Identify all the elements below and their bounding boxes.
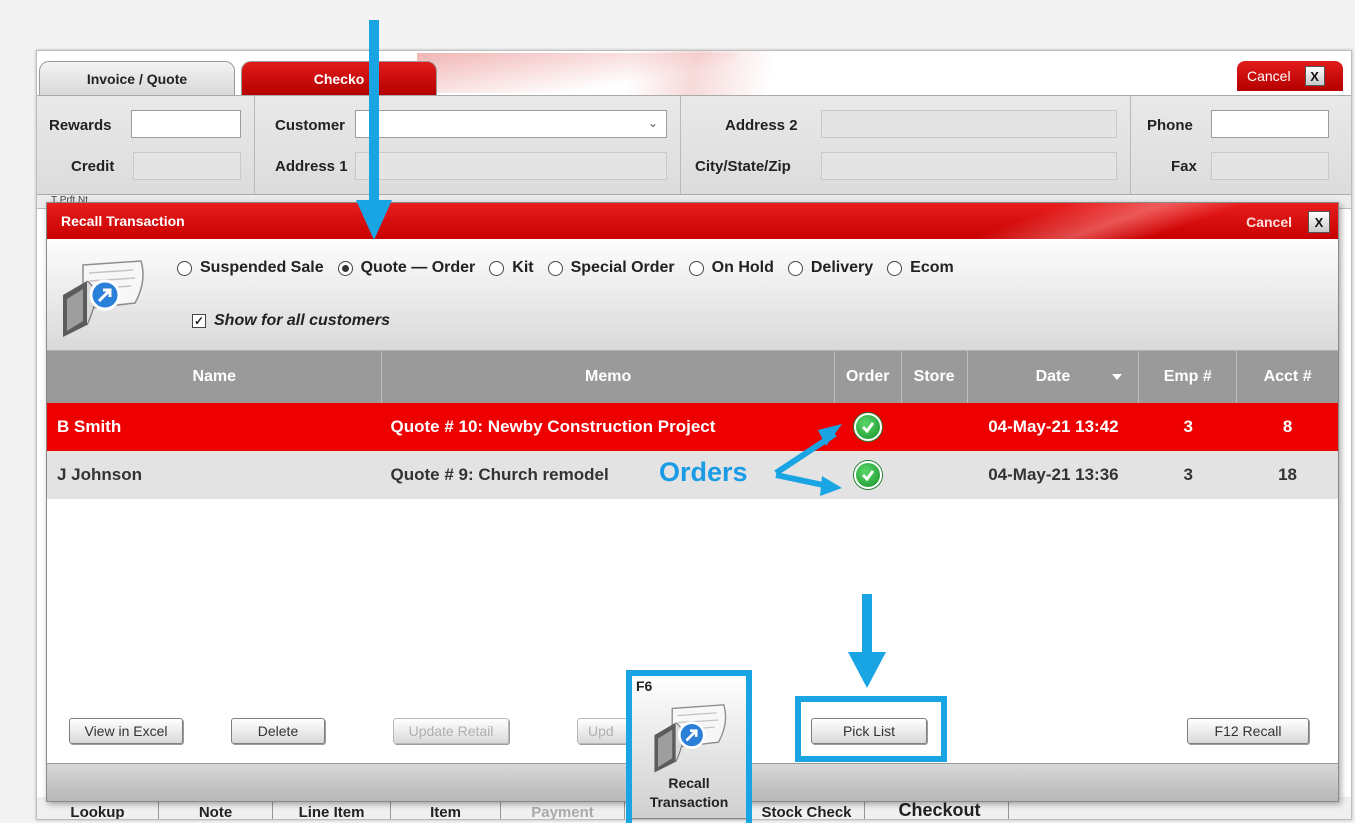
radio-suspended-sale[interactable]: Suspended Sale xyxy=(177,259,324,277)
checkbox-checked-icon[interactable]: ✓ xyxy=(192,314,206,328)
column-header-emp[interactable]: Emp # xyxy=(1139,351,1238,403)
phone-input[interactable] xyxy=(1211,110,1329,138)
radio-label: On Hold xyxy=(711,259,774,276)
cell-memo: Quote # 10: Newby Construction Project xyxy=(390,417,716,436)
rewards-input[interactable] xyxy=(131,110,241,138)
close-icon[interactable]: X xyxy=(1304,66,1325,86)
dialog-titlebar: Recall Transaction Cancel X xyxy=(47,203,1338,239)
radio-button[interactable] xyxy=(688,260,704,276)
radio-quote-order[interactable]: Quote — Order xyxy=(337,259,476,277)
delete-button[interactable]: Delete xyxy=(231,718,325,744)
tab-invoice-quote[interactable]: Invoice / Quote xyxy=(39,61,235,95)
radio-button-selected[interactable] xyxy=(337,260,353,276)
column-header-date-label: Date xyxy=(1035,368,1071,385)
cell-store xyxy=(902,403,968,451)
address2-field xyxy=(821,110,1117,138)
window-titlebar: Invoice / Quote Checko Cancel X xyxy=(37,51,1351,95)
customer-column: Customer ⌄ Address 1 xyxy=(255,96,681,194)
cell-memo: Quote # 9: Church remodel xyxy=(390,465,609,484)
show-all-customers-checkbox[interactable]: ✓ Show for all customers xyxy=(192,312,390,330)
dialog-cancel-label: Cancel xyxy=(1246,214,1292,230)
update-retail-button[interactable]: Update Retail xyxy=(393,718,509,744)
column-header-memo[interactable]: Memo xyxy=(382,351,835,403)
transaction-type-radios: Suspended Sale Quote — Order Kit Special… xyxy=(177,259,968,277)
address2-label: Address 2 xyxy=(725,117,798,134)
rewards-column: Rewards Credit xyxy=(37,96,255,194)
radio-label: Ecom xyxy=(910,259,954,276)
titlebar-decoration xyxy=(947,203,1247,239)
orders-annotation-label: Orders xyxy=(659,457,748,487)
column-header-name[interactable]: Name xyxy=(47,351,383,403)
cell-order xyxy=(835,403,902,451)
radio-button[interactable] xyxy=(547,260,563,276)
radio-label: Delivery xyxy=(810,259,874,276)
fax-label: Fax xyxy=(1171,158,1197,175)
view-in-excel-button[interactable]: View in Excel xyxy=(69,718,183,744)
titlebar-decoration xyxy=(417,53,737,93)
radio-label: Special Order xyxy=(570,259,675,276)
radio-ecom[interactable]: Ecom xyxy=(887,259,954,277)
show-all-customers-label: Show for all customers xyxy=(214,312,391,329)
fax-field xyxy=(1211,152,1329,180)
radio-on-hold[interactable]: On Hold xyxy=(688,259,774,277)
chevron-down-icon: ⌄ xyxy=(647,116,658,130)
city-state-zip-label: City/State/Zip xyxy=(695,158,791,175)
recall-scroll-icon xyxy=(63,260,144,337)
f6-highlight xyxy=(626,670,752,823)
check-icon xyxy=(854,413,883,441)
cell-name: B Smith xyxy=(57,417,122,436)
radio-label: Kit xyxy=(512,259,534,276)
sort-desc-icon xyxy=(1112,374,1123,380)
column-header-date[interactable]: Date xyxy=(968,351,1140,403)
credit-label: Credit xyxy=(71,158,115,175)
radio-delivery[interactable]: Delivery xyxy=(787,259,874,277)
address1-label: Address 1 xyxy=(275,158,348,175)
transaction-type-options: Suspended Sale Quote — Order Kit Special… xyxy=(47,239,1338,351)
radio-label: Quote — Order xyxy=(360,259,476,276)
window-cancel-label: Cancel xyxy=(1247,68,1291,84)
phone-column: Phone Fax xyxy=(1131,96,1351,194)
cell-store xyxy=(902,451,968,499)
cell-emp: 3 xyxy=(1183,465,1193,484)
table-row[interactable]: B Smith Quote # 10: Newby Construction P… xyxy=(47,403,1338,451)
cell-date: 04-May-21 13:36 xyxy=(988,465,1119,484)
radio-kit[interactable]: Kit xyxy=(489,259,534,277)
tab-checkout[interactable]: Checko xyxy=(241,61,437,95)
credit-field xyxy=(133,152,241,180)
customer-label: Customer xyxy=(275,117,346,134)
rewards-label: Rewards xyxy=(49,117,112,134)
address-column: Address 2 City/State/Zip xyxy=(681,96,1131,194)
pick-list-highlight xyxy=(795,696,947,762)
customer-header-form: Rewards Credit Customer ⌄ Address 1 Addr… xyxy=(37,95,1351,195)
cell-emp: 3 xyxy=(1183,417,1193,436)
radio-button[interactable] xyxy=(177,260,192,276)
f12-recall-button[interactable]: F12 Recall xyxy=(1187,718,1309,744)
cell-acct: 8 xyxy=(1282,417,1293,436)
table-header: Name Memo Order Store Date Emp # Acct # xyxy=(47,351,1338,403)
window-cancel-button[interactable]: Cancel X xyxy=(1237,61,1343,91)
cell-acct: 18 xyxy=(1278,465,1298,484)
cell-name: J Johnson xyxy=(57,465,143,484)
phone-label: Phone xyxy=(1147,117,1193,134)
dialog-cancel-button[interactable]: Cancel X xyxy=(1246,211,1330,233)
radio-button[interactable] xyxy=(887,260,903,276)
radio-label: Suspended Sale xyxy=(200,259,324,276)
city-state-zip-field xyxy=(821,152,1117,180)
radio-button[interactable] xyxy=(787,260,803,276)
cell-order xyxy=(835,451,902,499)
check-icon xyxy=(854,461,883,489)
column-header-order[interactable]: Order xyxy=(835,351,902,403)
address1-field xyxy=(355,152,667,180)
customer-select[interactable]: ⌄ xyxy=(355,110,667,138)
column-header-acct[interactable]: Acct # xyxy=(1237,351,1338,403)
close-icon[interactable]: X xyxy=(1308,211,1330,233)
radio-special-order[interactable]: Special Order xyxy=(547,259,675,277)
dialog-title: Recall Transaction xyxy=(61,213,185,229)
radio-button[interactable] xyxy=(489,260,505,276)
column-header-store[interactable]: Store xyxy=(902,351,968,403)
cell-date: 04-May-21 13:42 xyxy=(988,417,1119,436)
